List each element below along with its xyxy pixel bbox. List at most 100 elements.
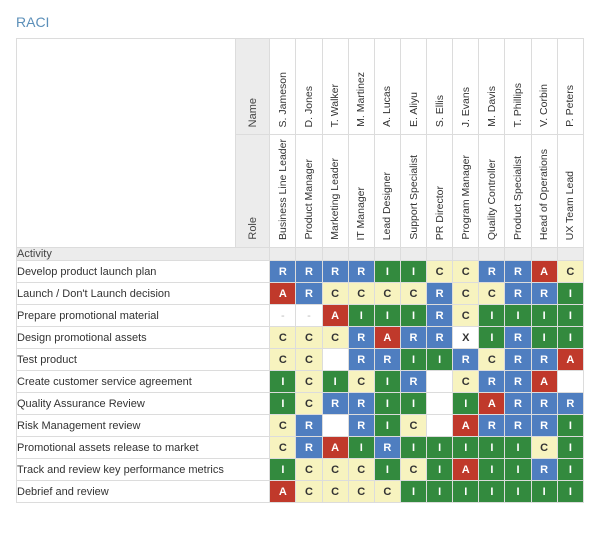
header-role: Program Manager — [453, 135, 479, 248]
raci-cell: I — [479, 305, 505, 327]
table-row: Develop product launch planRRRRIICCRRAC — [17, 261, 584, 283]
raci-cell: R — [427, 327, 453, 349]
raci-cell: C — [270, 415, 296, 437]
header-role-label: Role — [236, 135, 270, 248]
raci-cell: C — [296, 481, 322, 503]
raci-cell: A — [322, 305, 348, 327]
raci-cell: I — [557, 327, 583, 349]
raci-cell: R — [557, 393, 583, 415]
raci-cell: I — [322, 371, 348, 393]
table-row: Prepare promotional material--AIIIRCIIII — [17, 305, 584, 327]
raci-cell: I — [479, 481, 505, 503]
header-spacer — [427, 248, 453, 261]
raci-cell: I — [427, 349, 453, 371]
header-activity-label: Activity — [17, 248, 270, 261]
header-blank — [17, 39, 236, 248]
raci-cell: I — [427, 481, 453, 503]
raci-cell: I — [557, 437, 583, 459]
raci-cell: I — [374, 261, 400, 283]
raci-cell: I — [453, 437, 479, 459]
raci-cell: R — [479, 261, 505, 283]
activity-label: Quality Assurance Review — [17, 393, 270, 415]
activity-label: Promotional assets release to market — [17, 437, 270, 459]
raci-cell: C — [400, 459, 426, 481]
raci-cell: R — [374, 349, 400, 371]
header-name: M. Martinez — [348, 39, 374, 135]
header-role: Marketing Leader — [322, 135, 348, 248]
raci-cell: C — [322, 459, 348, 481]
raci-cell: R — [296, 283, 322, 305]
raci-cell: C — [374, 283, 400, 305]
raci-cell — [557, 371, 583, 393]
table-row: Create customer service agreementICICIRC… — [17, 371, 584, 393]
raci-cell: I — [557, 283, 583, 305]
raci-cell: R — [296, 415, 322, 437]
raci-cell — [427, 393, 453, 415]
raci-cell: C — [453, 283, 479, 305]
raci-cell: A — [479, 393, 505, 415]
header-role: Product Manager — [296, 135, 322, 248]
header-role: Product Specialist — [505, 135, 531, 248]
raci-cell: I — [270, 459, 296, 481]
raci-cell: I — [505, 459, 531, 481]
raci-cell: R — [348, 349, 374, 371]
activity-label: Develop product launch plan — [17, 261, 270, 283]
raci-cell: I — [270, 371, 296, 393]
raci-cell: C — [270, 349, 296, 371]
activity-label: Prepare promotional material — [17, 305, 270, 327]
raci-cell: A — [322, 437, 348, 459]
raci-cell: R — [348, 415, 374, 437]
header-role: UX Team Lead — [557, 135, 583, 248]
table-row: Test productCCRRIIRCRRA — [17, 349, 584, 371]
header-spacer — [400, 248, 426, 261]
header-name: T. Walker — [322, 39, 348, 135]
table-row: Quality Assurance ReviewICRRIIIARRR — [17, 393, 584, 415]
raci-cell: R — [427, 283, 453, 305]
raci-cell — [427, 415, 453, 437]
raci-cell: R — [479, 415, 505, 437]
raci-cell: R — [296, 261, 322, 283]
raci-cell: R — [270, 261, 296, 283]
raci-cell: R — [531, 393, 557, 415]
raci-cell: I — [400, 349, 426, 371]
header-name: A. Lucas — [374, 39, 400, 135]
raci-cell: C — [348, 459, 374, 481]
raci-cell: I — [505, 481, 531, 503]
raci-cell: I — [374, 459, 400, 481]
raci-cell — [427, 371, 453, 393]
raci-cell: I — [400, 393, 426, 415]
header-role: Support Specialist — [400, 135, 426, 248]
raci-cell: C — [296, 393, 322, 415]
raci-cell: C — [557, 261, 583, 283]
raci-cell: A — [453, 459, 479, 481]
raci-cell: R — [505, 261, 531, 283]
raci-cell: I — [557, 415, 583, 437]
raci-cell: R — [348, 261, 374, 283]
raci-cell: C — [453, 305, 479, 327]
header-role: IT Manager — [348, 135, 374, 248]
raci-cell: I — [348, 305, 374, 327]
activity-label: Test product — [17, 349, 270, 371]
raci-cell: C — [400, 415, 426, 437]
page-title: RACI — [16, 14, 584, 30]
raci-cell: R — [348, 327, 374, 349]
header-spacer — [531, 248, 557, 261]
raci-body: Develop product launch planRRRRIICCRRACL… — [17, 261, 584, 503]
raci-cell: A — [531, 371, 557, 393]
raci-cell: I — [531, 327, 557, 349]
raci-cell: R — [505, 393, 531, 415]
raci-cell: C — [348, 481, 374, 503]
raci-cell: R — [531, 415, 557, 437]
activity-label: Launch / Don't Launch decision — [17, 283, 270, 305]
raci-cell: R — [400, 371, 426, 393]
raci-cell: C — [270, 437, 296, 459]
raci-cell — [322, 349, 348, 371]
raci-cell: I — [531, 305, 557, 327]
activity-label: Debrief and review — [17, 481, 270, 503]
raci-cell: A — [531, 261, 557, 283]
raci-cell: R — [505, 371, 531, 393]
raci-cell: R — [427, 305, 453, 327]
raci-cell: X — [453, 327, 479, 349]
raci-cell: I — [479, 437, 505, 459]
raci-cell: C — [322, 481, 348, 503]
